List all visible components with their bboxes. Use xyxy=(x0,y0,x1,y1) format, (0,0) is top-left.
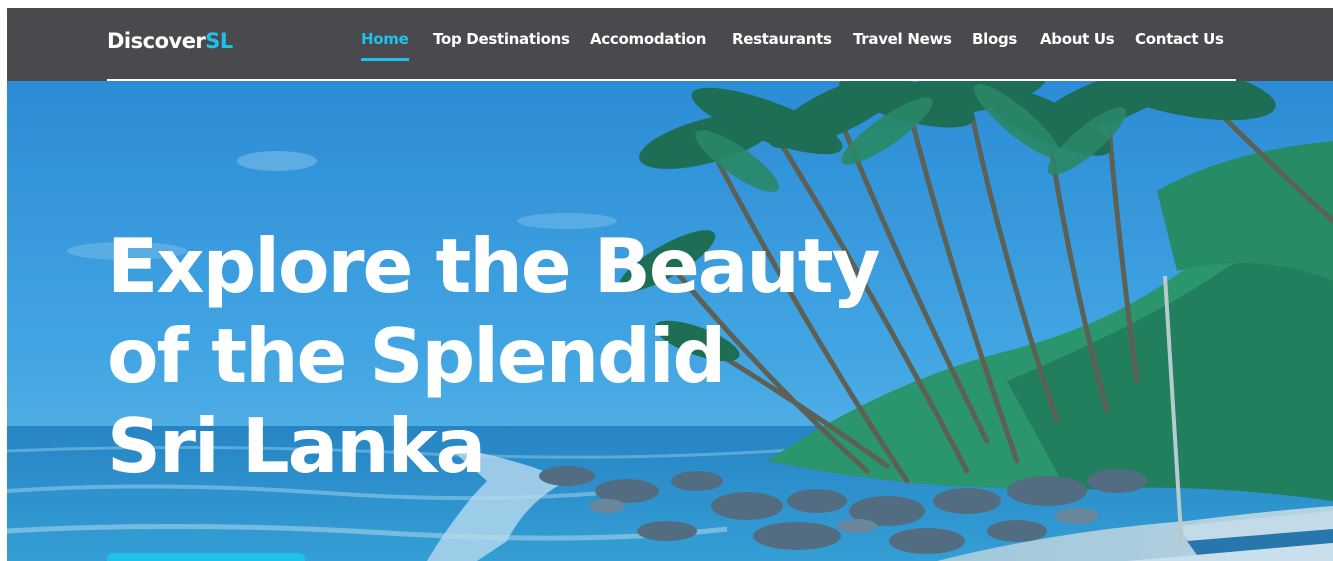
nav-accomodation[interactable]: Accomodation xyxy=(590,30,707,48)
hero-banner: Explore the Beauty of the Splendid Sri L… xyxy=(7,81,1333,561)
hero-headline-line-1: Explore the Beauty xyxy=(107,222,881,310)
hero-headline: Explore the Beauty of the Splendid Sri L… xyxy=(107,221,1007,491)
nav-blogs[interactable]: Blogs xyxy=(972,30,1017,48)
top-navbar: DiscoverSL Home Top Destinations Accomod… xyxy=(7,8,1333,81)
nav-travel-news[interactable]: Travel News xyxy=(853,30,952,48)
nav-home[interactable]: Home xyxy=(361,30,409,48)
hero-headline-line-2: of the Splendid xyxy=(107,312,726,400)
nav-restaurants[interactable]: Restaurants xyxy=(732,30,832,48)
main-nav: Home Top Destinations Accomodation Resta… xyxy=(7,28,1333,68)
hero-cta-button[interactable] xyxy=(107,553,305,561)
nav-top-destinations[interactable]: Top Destinations xyxy=(433,30,570,48)
page-frame: DiscoverSL Home Top Destinations Accomod… xyxy=(7,8,1333,561)
active-nav-indicator xyxy=(361,58,409,61)
nav-contact-us[interactable]: Contact Us xyxy=(1135,30,1224,48)
nav-about-us[interactable]: About Us xyxy=(1040,30,1115,48)
hero-headline-line-3: Sri Lanka xyxy=(107,402,486,490)
